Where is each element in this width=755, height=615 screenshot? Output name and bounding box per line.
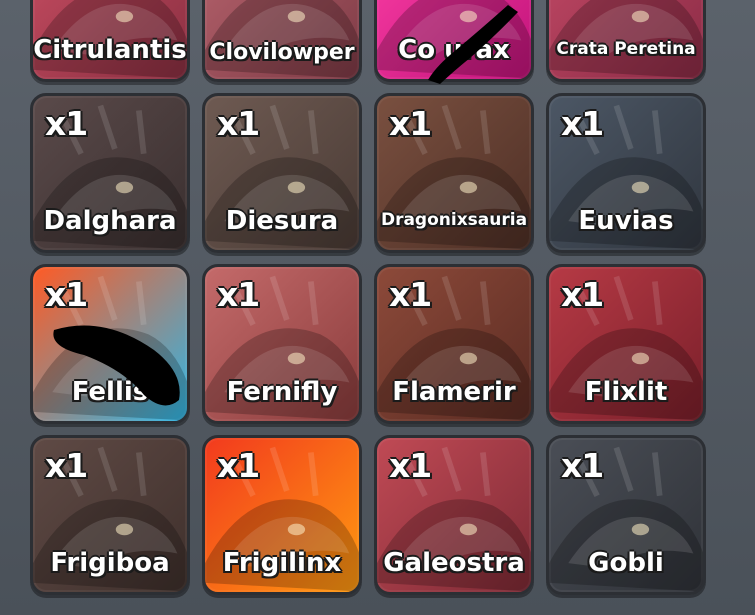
creature-name: Co urax — [398, 35, 510, 65]
creature-card[interactable]: x1 Frigilinx — [202, 435, 362, 595]
creature-name: Diesura — [225, 206, 339, 236]
quantity-label: x1 — [561, 275, 604, 314]
creature-card[interactable]: x1 Dragonixsauria — [374, 93, 534, 253]
quantity-label: x1 — [45, 104, 88, 143]
creature-name: Citrulantis — [33, 35, 187, 65]
creature-card[interactable]: x1 Dalghara — [30, 93, 190, 253]
quantity-label: x1 — [561, 104, 604, 143]
creature-card[interactable]: x1 Gobli — [546, 435, 706, 595]
creature-card[interactable]: x1 Flixlit — [546, 264, 706, 424]
quantity-label: x1 — [45, 275, 88, 314]
creature-name: Dalghara — [43, 206, 177, 236]
creature-card[interactable]: x1 Diesura — [202, 93, 362, 253]
creature-card[interactable]: x1 Fellis — [30, 264, 190, 424]
creature-name: Gobli — [588, 548, 664, 578]
creature-name: Flixlit — [584, 377, 668, 407]
creature-name: Frigiboa — [50, 548, 170, 578]
creature-card[interactable]: x1 Fernifly — [202, 264, 362, 424]
creature-name: Fernifly — [226, 377, 338, 407]
creature-name: Clovilowper — [209, 40, 355, 65]
creature-card[interactable]: x1 Frigiboa — [30, 435, 190, 595]
quantity-label: x1 — [45, 446, 88, 485]
creature-card[interactable]: Crata Peretina — [546, 0, 706, 82]
creature-card[interactable]: x1 Euvias — [546, 93, 706, 253]
creature-name: Crata Peretina — [556, 39, 696, 59]
creature-card[interactable]: Co urax — [374, 0, 534, 82]
creature-name: Frigilinx — [222, 548, 342, 578]
quantity-label: x1 — [561, 446, 604, 485]
creature-card[interactable]: x1 Flamerir — [374, 264, 534, 424]
creature-name: Galeostra — [383, 548, 525, 578]
creature-name: Euvias — [578, 206, 674, 236]
creature-grid: Citrulantis Clovilowper Co urax Crata Peret… — [30, 0, 706, 595]
creature-name: Dragonixsauria — [380, 210, 528, 230]
creature-name: Fellis — [71, 377, 149, 407]
quantity-label: x1 — [389, 446, 432, 485]
quantity-label: x1 — [217, 446, 260, 485]
quantity-label: x1 — [389, 275, 432, 314]
creature-card[interactable]: Citrulantis — [30, 0, 190, 82]
creature-card[interactable]: x1 Galeostra — [374, 435, 534, 595]
quantity-label: x1 — [217, 275, 260, 314]
creature-card[interactable]: Clovilowper — [202, 0, 362, 82]
quantity-label: x1 — [389, 104, 432, 143]
quantity-label: x1 — [217, 104, 260, 143]
creature-name: Flamerir — [392, 377, 516, 407]
